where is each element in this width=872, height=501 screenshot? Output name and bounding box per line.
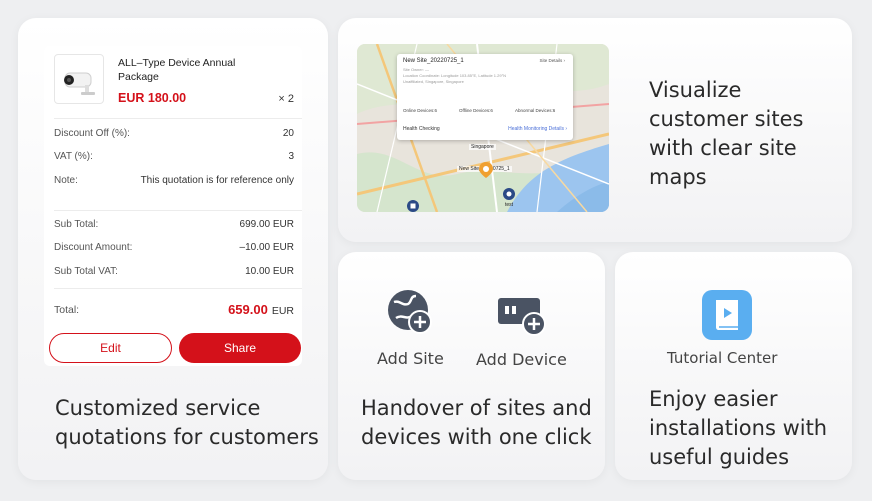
site-map-caption: Visualize customer sites with clear site… [649,78,804,189]
site-map-card: New Site_20220725_1 Site Details › Site … [338,18,852,242]
add-site-label[interactable]: Add Site [377,349,444,368]
quotation-caption: Customized service quotations for custom… [55,396,319,449]
popup-owner: Site Owner: — [403,67,430,72]
site-pin-icon[interactable] [479,162,493,178]
discount-off-value: 20 [282,128,294,139]
share-button[interactable]: Share [179,333,301,363]
site-map[interactable]: New Site_20220725_1 Site Details › Site … [357,44,609,212]
product-name: ALL–Type Device Annual Package [118,57,236,83]
discount-amount-label: Discount Amount: [54,242,133,253]
sub-total-label: Sub Total: [54,219,99,230]
sub-total-value: 699.00 EUR [239,219,294,230]
map-test-label: test [505,202,514,208]
edit-button[interactable]: Edit [49,333,172,363]
map-city-label: Singapore [469,144,496,150]
vat-value: 3 [288,151,294,162]
note-value: This quotation is for reference only [140,175,294,186]
site-marker-icon[interactable] [407,200,419,212]
tutorial-caption: Enjoy easier installations with useful g… [649,387,828,469]
popup-offline-devices: Offline Devices:6 [459,108,493,113]
popup-address: Unaffiliated, Singapore, Singapore [403,79,464,84]
total-value: 659.00 [228,302,268,317]
quotation-card: ALL–Type Device Annual Package EUR 180.0… [18,18,328,480]
divider [54,210,302,211]
discount-amount-value: –10.00 EUR [239,242,294,253]
tutorial-book-icon[interactable] [702,290,752,340]
quotation-panel: ALL–Type Device Annual Package EUR 180.0… [44,46,302,366]
vat-label: VAT (%): [54,151,93,162]
sub-total-vat-label: Sub Total VAT: [54,266,118,277]
product-price: EUR 180.00 [118,91,187,105]
popup-health-details-link[interactable]: Health Monitoring Details › [508,126,567,132]
popup-location: Location Coordinate: Longitude 103.85°E,… [403,73,507,78]
popup-abnormal-devices: Abnormal Devices:6 [515,108,556,113]
handover-card: Add Site Add Device Handover of sites an… [338,252,605,480]
discount-off-label: Discount Off (%): [54,128,130,139]
add-site-icon[interactable] [386,288,434,336]
total-label: Total: [54,304,80,316]
tutorial-center-label[interactable]: Tutorial Center [667,349,777,367]
site-info-popup: New Site_20220725_1 Site Details › Site … [397,54,573,140]
site-marker-icon[interactable] [503,188,515,200]
divider [54,288,302,289]
popup-online-devices: Online Devices:6 [403,108,438,113]
note-label: Note: [54,175,78,186]
divider [54,118,302,119]
camera-product-image [54,54,104,104]
total-amount: 659.00 EUR [228,302,294,317]
sub-total-vat-value: 10.00 EUR [245,266,294,277]
popup-site-details-link[interactable]: Site Details › [539,58,565,63]
add-device-label[interactable]: Add Device [476,350,567,369]
product-quantity: × 2 [278,93,294,105]
note-row: Note: This quotation is for reference on… [54,175,294,201]
popup-footer: Health Checking Health Monitoring Detail… [403,126,567,132]
add-device-icon[interactable] [496,294,548,336]
popup-health-checking: Health Checking [403,126,440,132]
handover-caption: Handover of sites and devices with one c… [361,396,592,449]
tutorial-card: Tutorial Center Enjoy easier installatio… [615,252,852,480]
total-currency: EUR [271,305,294,317]
